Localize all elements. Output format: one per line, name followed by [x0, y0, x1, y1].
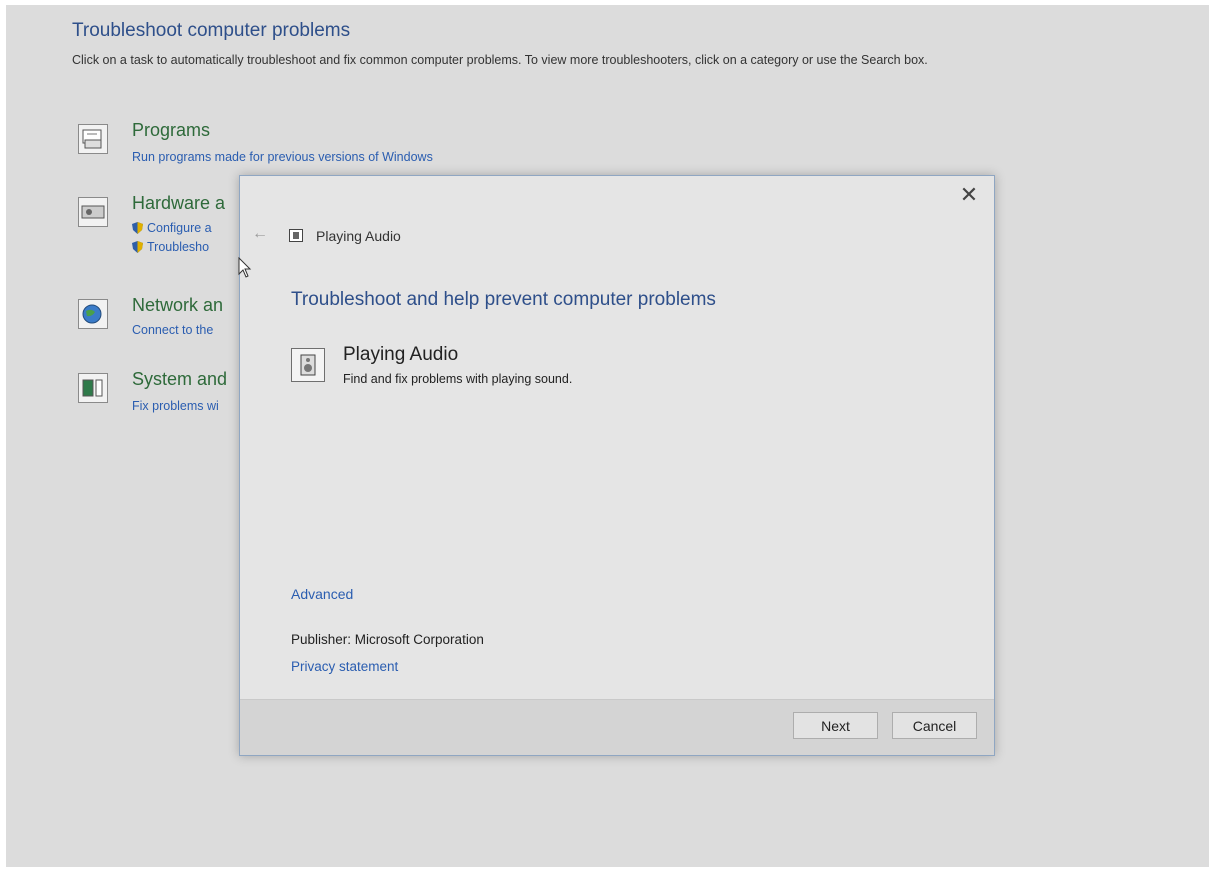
dialog-heading: Troubleshoot and help prevent computer p… — [291, 289, 716, 310]
cancel-button[interactable]: Cancel — [892, 712, 977, 739]
playing-audio-speaker-icon — [291, 348, 325, 382]
back-arrow-icon[interactable]: ← — [252, 225, 268, 243]
dialog-nav-title: Playing Audio — [316, 228, 401, 244]
system-security-icon — [78, 373, 108, 403]
category-link-programs-compat[interactable]: Run programs made for previous versions … — [132, 150, 433, 164]
page-title: Troubleshoot computer problems — [72, 20, 351, 41]
hardware-icon — [78, 197, 108, 227]
page-description: Click on a task to automatically trouble… — [72, 53, 928, 67]
category-link-hardware-configure[interactable]: Configure a — [132, 221, 212, 235]
category-title-network[interactable]: Network an — [132, 295, 223, 316]
category-link-hardware-troubleshoot[interactable]: Troublesho — [132, 240, 209, 254]
mouse-cursor-icon — [238, 257, 252, 278]
link-label: Troublesho — [147, 240, 210, 254]
link-label: Configure a — [147, 221, 212, 235]
shield-icon — [132, 241, 143, 253]
next-button[interactable]: Next — [793, 712, 878, 739]
troubleshooter-dialog: ✕ ← Playing Audio Troubleshoot and help … — [239, 175, 995, 756]
category-title-hardware[interactable]: Hardware a — [132, 193, 225, 214]
shield-icon — [132, 222, 143, 234]
speaker-icon — [289, 229, 303, 242]
troubleshooter-item-description: Find and fix problems with playing sound… — [343, 372, 573, 386]
network-globe-icon — [78, 299, 108, 329]
category-title-system[interactable]: System and — [132, 369, 227, 390]
category-title-programs[interactable]: Programs — [132, 120, 210, 141]
category-link-system-fix[interactable]: Fix problems wi — [132, 399, 219, 413]
advanced-link[interactable]: Advanced — [291, 586, 353, 602]
programs-icon — [78, 124, 108, 154]
close-icon[interactable]: ✕ — [958, 184, 980, 206]
troubleshooter-item-title[interactable]: Playing Audio — [343, 344, 458, 366]
publisher-text: Publisher: Microsoft Corporation — [291, 632, 484, 647]
control-panel-window: Troubleshoot computer problems Click on … — [6, 5, 1209, 867]
dialog-footer: Next Cancel — [240, 699, 994, 755]
category-link-network-connect[interactable]: Connect to the — [132, 323, 213, 337]
privacy-statement-link[interactable]: Privacy statement — [291, 659, 398, 674]
